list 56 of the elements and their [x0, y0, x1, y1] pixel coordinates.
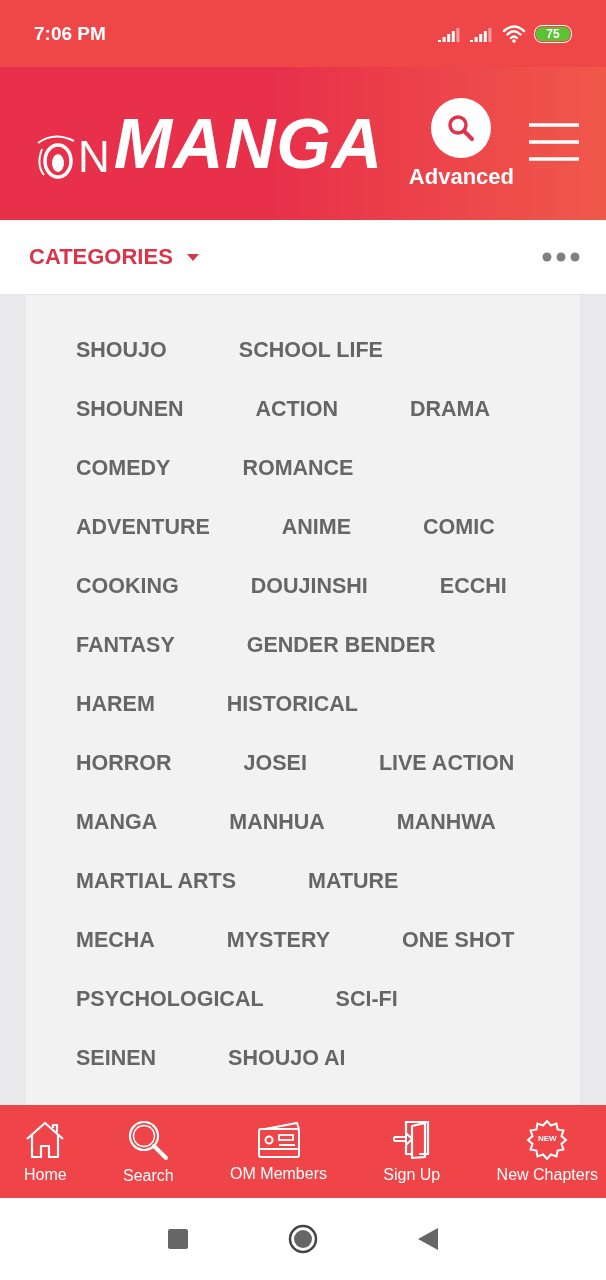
category-link[interactable]: ADVENTURE: [76, 515, 210, 574]
door-icon: [391, 1119, 432, 1160]
nav-item[interactable]: Sign Up: [379, 1119, 445, 1184]
category-link[interactable]: ECCHI: [439, 574, 507, 633]
category-link[interactable]: SHOUNEN: [76, 397, 184, 456]
advanced-label: Advanced: [408, 163, 514, 190]
categories-dropdown[interactable]: CATEGORIES: [29, 244, 199, 270]
badge-icon: [526, 1119, 569, 1160]
category-link[interactable]: ANIME: [281, 515, 352, 574]
category-link[interactable]: PSYCHOLOGICAL: [76, 987, 264, 1046]
category-link[interactable]: SEINEN: [76, 1046, 157, 1105]
signal-icon: [470, 25, 494, 42]
caret-icon: [186, 253, 199, 261]
search-icon: [127, 1118, 170, 1161]
category-link[interactable]: MECHA: [76, 928, 155, 987]
category-link[interactable]: COMEDY: [76, 456, 171, 515]
category-link[interactable]: COMIC: [423, 515, 495, 574]
signal-icon: [438, 25, 462, 42]
category-link[interactable]: FANTASY: [76, 633, 175, 692]
card-icon: [256, 1120, 301, 1159]
category-link[interactable]: MATURE: [308, 869, 399, 928]
home-icon[interactable]: [288, 1224, 318, 1254]
category-link[interactable]: MANGA: [76, 810, 158, 869]
category-link[interactable]: JOSEI: [243, 751, 307, 810]
category-link[interactable]: ROMANCE: [242, 456, 354, 515]
more-icon[interactable]: [542, 252, 580, 262]
category-link[interactable]: LIVE ACTION: [378, 751, 515, 810]
category-link[interactable]: SHOUJO: [76, 338, 167, 397]
category-link[interactable]: ONE SHOT: [402, 928, 515, 987]
category-link[interactable]: DRAMA: [409, 397, 490, 456]
category-link[interactable]: MARTIAL ARTS: [76, 869, 237, 928]
nav-item[interactable]: Home: [20, 1119, 71, 1184]
category-link[interactable]: SCHOOL LIFE: [238, 338, 383, 397]
new-label: NEW: [536, 1133, 558, 1143]
category-link[interactable]: GENDER BENDER: [246, 633, 436, 692]
status-time: 7:06 PM: [34, 22, 106, 45]
search-icon: [447, 113, 476, 142]
logo-text: MANGA: [113, 108, 384, 179]
battery-icon: 75: [534, 24, 572, 43]
category-link[interactable]: SHOUJO AI: [228, 1046, 346, 1105]
category-link[interactable]: HAREM: [76, 692, 155, 751]
wifi-icon: [502, 24, 526, 43]
nav-item[interactable]: NEW New Chapters: [492, 1119, 602, 1184]
nav-item[interactable]: Search: [119, 1118, 178, 1185]
back-icon[interactable]: [418, 1228, 438, 1250]
category-link[interactable]: DOUJINSHI: [250, 574, 368, 633]
nav-item[interactable]: OM Members: [226, 1120, 331, 1183]
category-link[interactable]: ACTION: [255, 397, 338, 456]
category-link[interactable]: HORROR: [76, 751, 172, 810]
category-link[interactable]: MANHUA: [229, 810, 325, 869]
category-link[interactable]: MANHWA: [396, 810, 496, 869]
category-link[interactable]: COOKING: [76, 574, 179, 633]
category-link[interactable]: HISTORICAL: [226, 692, 358, 751]
category-link[interactable]: MYSTERY: [226, 928, 330, 987]
category-link[interactable]: SCI-FI: [335, 987, 398, 1046]
logo-text: N: [78, 134, 110, 179]
